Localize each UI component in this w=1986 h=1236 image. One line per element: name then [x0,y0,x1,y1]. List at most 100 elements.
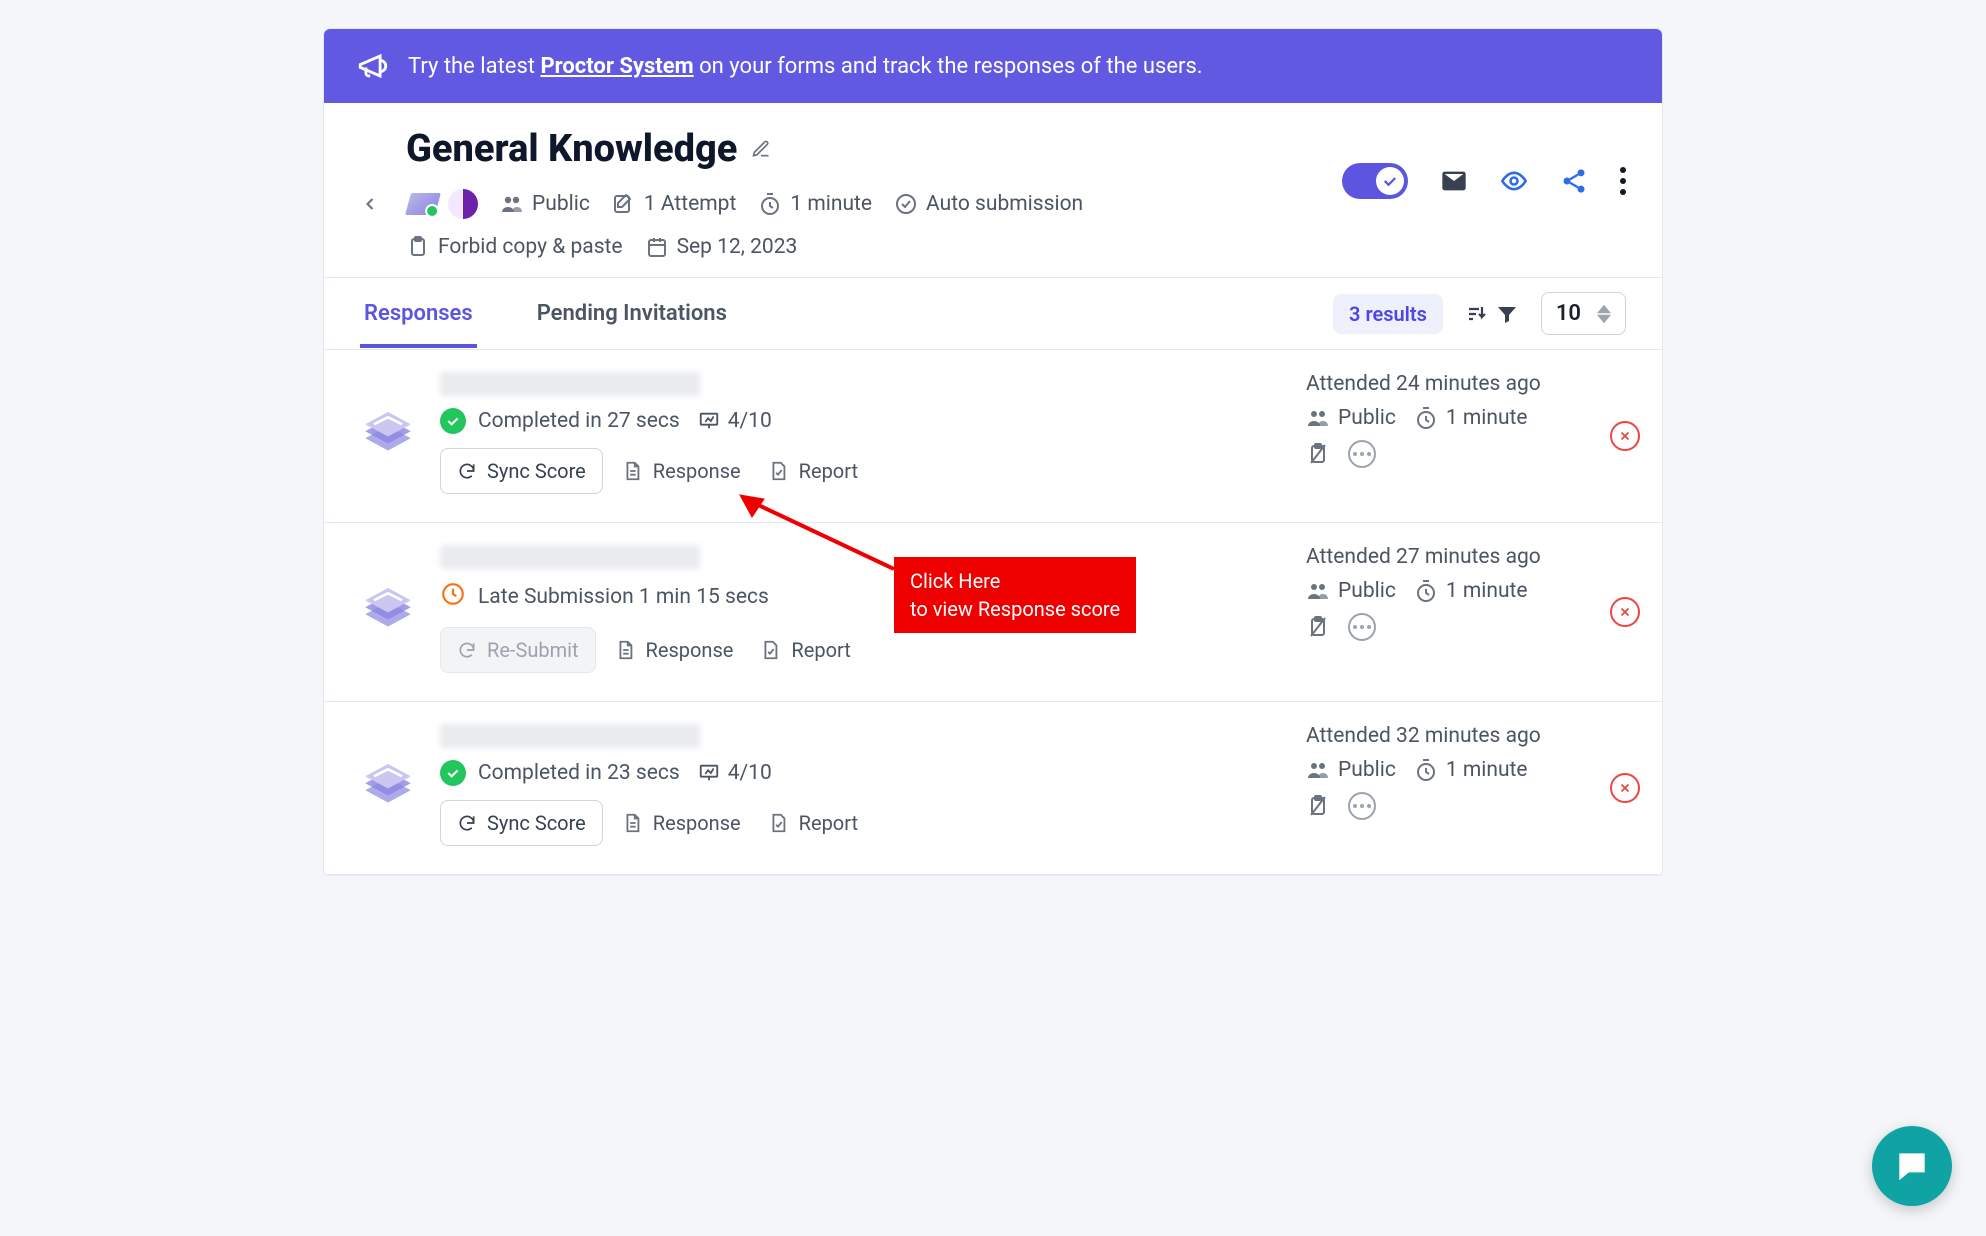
annotation-arrow [734,489,904,579]
row-duration-label: 1 minute [1446,758,1528,782]
response-link-label: Response [646,638,734,662]
attended-text: Attended 27 minutes ago [1306,545,1626,569]
meta-submission-label: Auto submission [926,192,1083,216]
presentation-icon [698,762,720,784]
page-title: General Knowledge [406,127,737,171]
share-icon[interactable] [1560,167,1588,195]
app-container: Try the latest Proctor System on your fo… [323,28,1663,876]
response-row: Completed in 27 secs 4/10 Sync Score Res… [324,350,1662,523]
report-icon [767,460,789,482]
tab-pending-invitations[interactable]: Pending Invitations [533,279,731,348]
row-duration-label: 1 minute [1446,579,1528,603]
completed-badge [440,408,466,434]
avatar-stack [406,189,478,219]
people-icon [1306,579,1330,603]
page-header: General Knowledge Public 1 Attempt 1 min… [324,103,1662,278]
row-visibility: Public [1306,579,1396,603]
sort-filter-button[interactable] [1465,302,1519,326]
row-visibility: Public [1306,758,1396,782]
calendar-icon [645,235,669,259]
stopwatch-icon [1414,406,1438,430]
banner-text: Try the latest Proctor System on your fo… [408,54,1203,79]
presentation-icon [698,410,720,432]
edit-title-icon[interactable] [751,139,771,159]
response-link[interactable]: Response [613,800,749,846]
document-icon [621,460,643,482]
tab-bar: Responses Pending Invitations 3 results … [324,278,1662,350]
meta-visibility: Public [500,192,590,216]
chat-fab[interactable] [1872,1126,1952,1206]
stopwatch-icon [758,192,782,216]
clipboard-icon [406,235,430,259]
promo-banner: Try the latest Proctor System on your fo… [324,29,1662,103]
delete-response-button[interactable] [1610,597,1640,627]
row-duration-label: 1 minute [1446,406,1528,430]
page-size-select[interactable]: 10 [1541,292,1626,335]
filter-icon [1495,302,1519,326]
header-actions [1342,163,1626,199]
report-link-label: Report [799,459,858,483]
document-icon [621,812,643,834]
row-more-menu[interactable] [1348,613,1376,641]
meta-duration-label: 1 minute [790,192,872,216]
stopwatch-icon [1414,579,1438,603]
report-link[interactable]: Report [751,627,858,673]
meta-auto-submission: Auto submission [894,192,1083,216]
response-link[interactable]: Response [613,448,749,494]
chat-icon [1893,1147,1931,1185]
tab-responses[interactable]: Responses [360,279,477,348]
report-icon [759,639,781,661]
delete-response-button[interactable] [1610,421,1640,451]
response-stack-icon [360,581,416,637]
close-icon [1618,429,1632,443]
late-badge [440,589,466,613]
row-visibility: Public [1306,406,1396,430]
sync-score-button[interactable]: Sync Score [440,800,603,846]
eye-icon[interactable] [1500,167,1528,195]
back-chevron-icon[interactable] [360,194,380,214]
mail-icon[interactable] [1440,167,1468,195]
report-link[interactable]: Report [759,448,866,494]
chevron-down-icon [1597,314,1611,324]
form-icon [403,191,444,217]
response-link[interactable]: Response [606,627,742,673]
response-row: Completed in 23 secs 4/10 Sync Score Res… [324,702,1662,875]
meta-copy-paste: Forbid copy & paste [406,235,623,259]
people-icon [500,192,524,216]
page-size-value: 10 [1556,301,1581,326]
document-icon [614,639,636,661]
annotation-tooltip: Click Here to view Response score [894,557,1136,633]
chevron-up-icon [1597,304,1611,314]
re-submit-button[interactable]: Re-Submit [440,627,596,673]
proctor-system-link[interactable]: Proctor System [540,54,693,79]
meta-copypaste-label: Forbid copy & paste [438,235,623,259]
meta-attempts-label: 1 Attempt [644,192,737,216]
more-menu-icon[interactable] [1620,167,1626,195]
delete-response-button[interactable] [1610,773,1640,803]
results-count-pill: 3 results [1333,294,1443,334]
meta-date-label: Sep 12, 2023 [677,235,798,259]
response-link-label: Response [653,811,741,835]
publish-toggle[interactable] [1342,163,1408,199]
clipboard-forbid-icon [1306,615,1330,639]
score-chip: 4/10 [698,409,772,433]
banner-prefix: Try the latest [408,54,540,79]
row-more-menu[interactable] [1348,792,1376,820]
people-icon [1306,758,1330,782]
annotation-line2: to view Response score [910,595,1120,623]
meta-duration: 1 minute [758,192,872,216]
megaphone-icon [356,49,390,83]
sync-score-button[interactable]: Sync Score [440,448,603,494]
row-duration: 1 minute [1414,579,1528,603]
attended-text: Attended 24 minutes ago [1306,372,1626,396]
report-link[interactable]: Report [759,800,866,846]
close-icon [1618,605,1632,619]
status-text: Late Submission 1 min 15 secs [478,585,769,609]
row-more-menu[interactable] [1348,440,1376,468]
clipboard-forbid-icon [1306,794,1330,818]
attended-text: Attended 32 minutes ago [1306,724,1626,748]
meta-attempts: 1 Attempt [612,192,737,216]
row-visibility-label: Public [1338,406,1396,430]
refresh-icon [457,461,477,481]
report-icon [767,812,789,834]
